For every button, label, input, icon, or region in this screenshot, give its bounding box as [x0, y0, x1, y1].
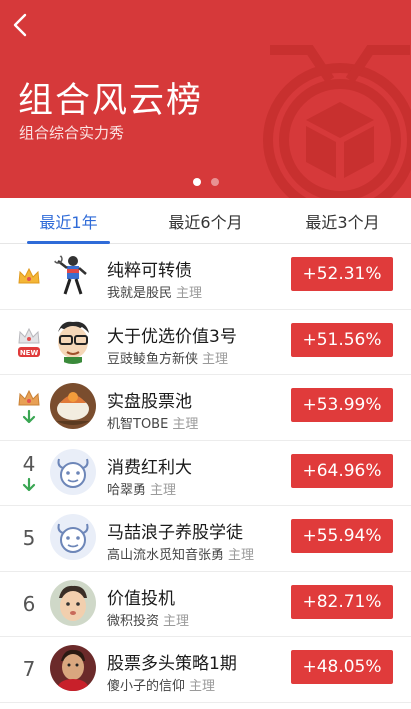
portfolio-name: 股票多头策略1期 [107, 654, 237, 674]
portfolio-name: 消费红利大 [107, 457, 192, 478]
new-tag-icon: NEW [18, 346, 40, 357]
owner-name[interactable]: 机智TOBE [107, 417, 168, 432]
return-badge: +48.05% [291, 650, 393, 684]
owner-role: 主理 [189, 679, 216, 694]
rank-indicator [12, 375, 46, 440]
owner-role: 主理 [150, 482, 177, 498]
rank-number: 7 [22, 657, 36, 682]
owner-name[interactable]: 微积投资 [107, 614, 159, 629]
portfolio-name: 价值投机 [107, 588, 175, 609]
rank-number: 6 [22, 591, 36, 616]
arrow-down-icon [22, 410, 36, 424]
carousel-dot[interactable] [211, 178, 219, 186]
owner-role: 主理 [176, 286, 203, 301]
owner-name[interactable]: 我就是股民 [107, 286, 172, 301]
carousel-dot-active[interactable] [193, 178, 201, 186]
portfolio-name: 大于优选价值3号 [107, 326, 237, 347]
rank-indicator: 4 [12, 441, 46, 506]
avatar [50, 645, 96, 691]
portfolio-meta: 机智TOBE 主理 [107, 413, 198, 432]
ranking-list: 纯粹可转债 我就是股民 主理 +52.31% NEW 大于优选价值3号 豆豉鲮鱼… [0, 244, 411, 703]
rank-number: 4 [22, 451, 36, 476]
avatar [50, 448, 96, 495]
return-badge: +64.96% [291, 453, 393, 488]
rank-indicator: NEW [12, 310, 46, 375]
medal-decoration-icon [263, 45, 411, 198]
portfolio-meta: 哈翠勇 主理 [107, 479, 176, 498]
tab-6-months[interactable]: 最近6个月 [137, 198, 274, 243]
portfolio-meta: 高山流水觅知音张勇 主理 [107, 544, 254, 563]
owner-role: 主理 [228, 548, 255, 563]
default-bull-avatar-icon [50, 448, 96, 495]
portfolio-name: 实盘股票池 [107, 392, 192, 412]
period-tabs: 最近1年 最近6个月 最近3个月 [0, 198, 411, 244]
avatar [50, 252, 96, 298]
portfolio-row[interactable]: 7 股票多头策略1期 傻小子的信仰 主理 +48.05% [0, 637, 411, 703]
rank-indicator [12, 244, 46, 309]
avatar [50, 383, 96, 429]
portfolio-meta: 我就是股民 主理 [107, 282, 202, 301]
portfolio-row[interactable]: 4 消费红利大 哈翠勇 主理 +64.96% [0, 441, 411, 506]
portfolio-row[interactable]: 纯粹可转债 我就是股民 主理 +52.31% [0, 244, 411, 310]
owner-role: 主理 [163, 613, 190, 629]
owner-role: 主理 [202, 351, 229, 367]
portfolio-meta: 豆豉鲮鱼方新侠 主理 [107, 348, 228, 367]
avatar [50, 514, 96, 560]
rank-indicator: 5 [12, 506, 46, 571]
page-title: 组合风云榜 [18, 81, 204, 121]
owner-name[interactable]: 高山流水觅知音张勇 [107, 548, 224, 563]
owner-name[interactable]: 哈翠勇 [107, 483, 146, 498]
return-badge: +52.31% [291, 257, 393, 291]
portfolio-row[interactable]: 5 马喆浪子养股学徒 高山流水觅知音张勇 主理 +55.94% [0, 506, 411, 572]
owner-role: 主理 [172, 417, 199, 432]
portfolio-name: 纯粹可转债 [107, 261, 192, 281]
avatar [50, 579, 96, 626]
portfolio-name: 马喆浪子养股学徒 [107, 523, 243, 543]
silver-crown-icon [18, 327, 40, 344]
portfolio-row[interactable]: 6 价值投机 微积投资 主理 +82.71% [0, 572, 411, 637]
default-bull-avatar-icon [50, 514, 96, 560]
owner-name[interactable]: 豆豉鲮鱼方新侠 [107, 352, 198, 367]
return-badge: +82.71% [291, 584, 393, 619]
carousel-indicator [193, 178, 219, 186]
header-banner: 组合风云榜 组合综合实力秀 [0, 0, 411, 198]
rank-indicator: 7 [12, 637, 46, 702]
rank-number: 5 [22, 526, 36, 551]
arrow-down-icon [22, 477, 36, 491]
gold-crown-icon [18, 268, 40, 284]
portfolio-meta: 微积投资 主理 [107, 610, 189, 629]
return-badge: +55.94% [291, 519, 393, 553]
avatar [50, 317, 96, 364]
bronze-crown-icon [18, 390, 40, 406]
back-button[interactable] [8, 10, 36, 40]
tab-3-months[interactable]: 最近3个月 [274, 198, 411, 243]
rank-indicator: 6 [12, 572, 46, 637]
portfolio-row[interactable]: 实盘股票池 机智TOBE 主理 +53.99% [0, 375, 411, 441]
owner-name[interactable]: 傻小子的信仰 [107, 679, 185, 694]
new-tag-label: NEW [20, 349, 39, 357]
tab-1-year[interactable]: 最近1年 [0, 198, 137, 244]
portfolio-row[interactable]: NEW 大于优选价值3号 豆豉鲮鱼方新侠 主理 +51.56% [0, 310, 411, 375]
page-subtitle: 组合综合实力秀 [19, 124, 125, 142]
portfolio-meta: 傻小子的信仰 主理 [107, 675, 215, 694]
return-badge: +53.99% [291, 388, 393, 422]
return-badge: +51.56% [291, 322, 393, 357]
chevron-left-icon [13, 13, 27, 37]
